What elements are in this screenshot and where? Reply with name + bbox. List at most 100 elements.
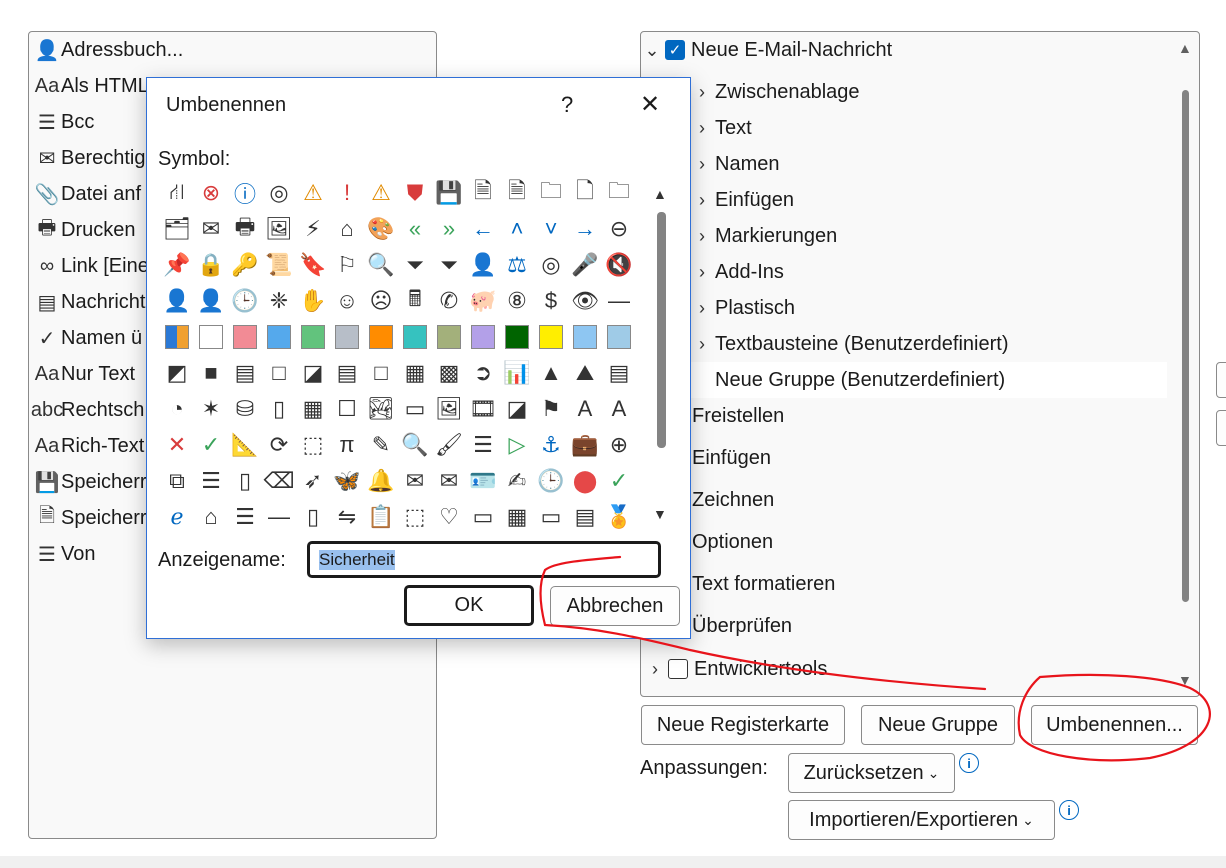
scroll-up-icon[interactable]: ▲ [1178,40,1192,56]
symbol-option[interactable]: 🗎 [500,176,534,210]
chevron-right-icon[interactable]: › [693,334,711,355]
symbol-option[interactable]: ❈ [262,284,296,318]
tree-group-item[interactable]: › Markierungen [693,218,837,254]
symbol-option[interactable]: ✓ [194,428,228,462]
chevron-right-icon[interactable]: › [693,262,711,283]
command-item[interactable]: Aa Als HTML [33,68,149,104]
command-item[interactable]: ▤ Nachricht [33,284,146,320]
symbol-option[interactable]: ➶ [296,464,330,498]
symbol-option[interactable]: 🖌 [432,428,466,462]
symbol-option[interactable] [228,320,262,354]
symbol-option[interactable]: 👤 [466,248,500,282]
symbol-option[interactable]: 💼 [568,428,602,462]
symbol-option[interactable]: 🏞 [364,392,398,426]
symbol-option[interactable]: ▩ [432,356,466,390]
symbol-option[interactable]: 🔖 [296,248,330,282]
tree-group-item[interactable]: › Textbausteine (Benutzerdefiniert) [693,326,1009,362]
symbol-option[interactable]: ◎ [534,248,568,282]
symbol-option[interactable] [500,320,534,354]
symbol-option[interactable]: 🎨 [364,212,398,246]
command-item[interactable]: 👤 Adressbuch... [33,32,184,68]
symbol-option[interactable]: ▯ [228,464,262,498]
symbol-option[interactable]: 💾 [432,176,466,210]
symbol-option[interactable]: ⚖ [500,248,534,282]
symbol-option[interactable]: ⌫ [262,464,296,498]
symbol-option[interactable]: ✍ [500,464,534,498]
symbol-option[interactable]: ☺ [330,284,364,318]
chevron-right-icon[interactable]: › [693,298,711,319]
command-item[interactable]: ✉ Berechtig [33,140,146,176]
symbol-option[interactable] [296,320,330,354]
symbol-option[interactable]: 👤 [160,284,194,318]
symbol-option[interactable] [262,320,296,354]
symbol-option[interactable]: ▭ [466,500,500,530]
display-name-input[interactable]: Sicherheit [307,541,661,578]
symbol-option[interactable]: 📜 [262,248,296,282]
symbol-option[interactable]: 👤 [194,284,228,318]
symbol-option[interactable]: 🕒 [228,284,262,318]
symbol-option[interactable]: 🕒 [534,464,568,498]
command-item[interactable]: Aa Rich-Text [33,428,145,464]
symbol-option[interactable]: 🦋 [330,464,364,498]
info-icon[interactable]: i [1059,800,1079,820]
tree-tab-item[interactable]: Optionen [692,524,773,560]
symbol-option[interactable]: 🎞 [466,392,500,426]
symbol-option[interactable]: ⏷ [432,248,466,282]
symbol-option[interactable]: ⛙ [160,176,194,210]
symbol-option[interactable]: ✋ [296,284,330,318]
command-item[interactable]: ∞ Link [Eine [33,248,149,284]
symbol-option[interactable]: ✎ [364,428,398,462]
symbol-option[interactable]: — [602,284,636,318]
symbol-option[interactable]: ▤ [602,356,636,390]
tree-group-item[interactable]: › Text [693,110,752,146]
symbol-option[interactable]: 🔒 [194,248,228,282]
symbol-option[interactable]: ⬚ [296,428,330,462]
chevron-right-icon[interactable]: › [693,118,711,139]
symbol-option[interactable]: 🔑 [228,248,262,282]
symbol-option[interactable]: ◎ [262,176,296,210]
symbol-option[interactable]: 📊 [500,356,534,390]
chevron-right-icon[interactable]: › [693,226,711,247]
symbol-option[interactable]: ▲ [534,356,568,390]
command-item[interactable]: 💾 Speicherr [33,464,147,500]
tree-tab-item[interactable]: Text formatieren [692,566,835,602]
symbol-option[interactable]: ⟳ [262,428,296,462]
symbol-option[interactable]: « [398,212,432,246]
symbol-option[interactable]: ⬚ [398,500,432,530]
symbol-option[interactable]: ⧉ [160,464,194,498]
symbol-option[interactable]: ☰ [194,464,228,498]
symbol-option[interactable]: 👁 [568,284,602,318]
chevron-right-icon[interactable]: › [693,154,711,175]
symbol-option[interactable]: ⊕ [602,428,636,462]
symbol-option[interactable]: ✉ [194,212,228,246]
symbol-option[interactable]: ☰ [228,500,262,530]
chevron-down-icon[interactable]: ⌄ [643,40,661,61]
symbol-option[interactable]: ⚡ [296,212,330,246]
tree-group-item[interactable]: › Zwischenablage [693,74,860,110]
symbol-option[interactable] [534,320,568,354]
symbol-option[interactable]: ▦ [500,500,534,530]
symbol-option[interactable]: » [432,212,466,246]
symbol-option[interactable]: ⓘ [228,176,262,210]
symbol-option[interactable]: ▤ [228,356,262,390]
symbol-option[interactable]: ⌂ [194,500,228,530]
new-tab-button[interactable]: Neue Registerkarte [641,705,845,745]
tree-tab-developer[interactable]: › Entwicklertools [646,651,827,687]
symbol-option[interactable] [432,320,466,354]
scroll-down-icon[interactable]: ▼ [653,506,667,522]
symbol-option[interactable]: 🗂 [160,212,194,246]
symbol-option[interactable]: 📌 [160,248,194,282]
symbol-option[interactable]: ⊗ [194,176,228,210]
symbol-option[interactable]: 🖶 [228,212,262,246]
symbol-option[interactable]: ▯ [296,500,330,530]
symbol-option[interactable]: ˅ [534,212,568,246]
symbol-option[interactable]: ▷ [500,428,534,462]
symbol-option[interactable]: 🎤 [568,248,602,282]
symbol-option[interactable]: 📋 [364,500,398,530]
move-up-button[interactable] [1216,362,1226,398]
symbol-option[interactable]: ▭ [398,392,432,426]
symbol-option[interactable]: $ [534,284,568,318]
command-item[interactable]: Aa Nur Text [33,356,135,392]
symbol-option[interactable]: ✶ [194,392,228,426]
symbol-option[interactable]: 🪪 [466,464,500,498]
